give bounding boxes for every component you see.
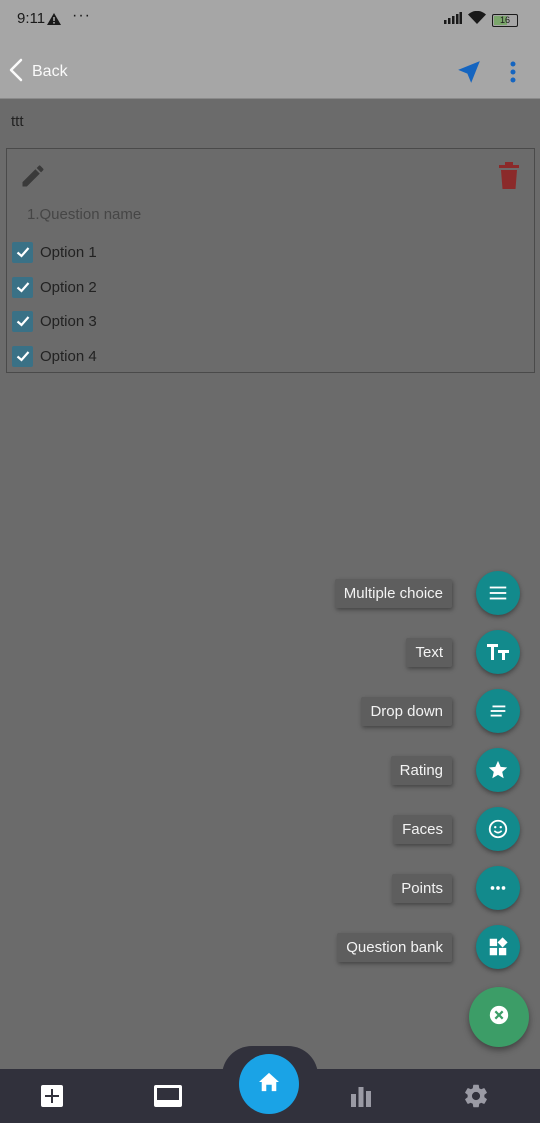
- fab-label[interactable]: Multiple choice: [334, 578, 452, 608]
- text-format-icon[interactable]: [476, 630, 520, 674]
- close-circle-icon: [488, 1004, 510, 1031]
- battery-level: 16: [499, 15, 510, 25]
- home-icon: [258, 1072, 280, 1097]
- signal-icon: [444, 11, 462, 29]
- fab-label[interactable]: Question bank: [337, 932, 452, 962]
- fab-item-faces[interactable]: Faces: [393, 807, 520, 851]
- question-name[interactable]: 1.Question name: [27, 206, 141, 223]
- option-row[interactable]: Option 4: [12, 344, 97, 368]
- option-label: Option 4: [40, 347, 97, 365]
- battery-icon: 16: [492, 13, 518, 27]
- option-row[interactable]: Option 3: [12, 309, 97, 333]
- checkbox-checked[interactable]: [12, 241, 33, 263]
- fab-label[interactable]: Points: [392, 873, 452, 903]
- checkbox-checked[interactable]: [12, 310, 33, 332]
- fab-item-multiple-choice[interactable]: Multiple choice: [334, 571, 520, 615]
- more-vertical-icon[interactable]: [502, 57, 524, 87]
- dots-horizontal-icon[interactable]: [476, 866, 520, 910]
- home-button[interactable]: [239, 1054, 299, 1114]
- star-icon[interactable]: [476, 748, 520, 792]
- gear-icon[interactable]: [461, 1081, 491, 1111]
- chevron-left-icon: [8, 58, 24, 87]
- smiley-icon[interactable]: [476, 807, 520, 851]
- question-card: 1.Question name Option 1 Option 2 Option…: [6, 148, 535, 373]
- fab-label[interactable]: Rating: [390, 755, 452, 785]
- survey-title: ttt: [11, 113, 24, 130]
- warning-icon: [47, 12, 61, 30]
- list-icon[interactable]: [476, 571, 520, 615]
- fab-label[interactable]: Drop down: [361, 696, 452, 726]
- checkbox-checked[interactable]: [12, 276, 33, 298]
- pencil-icon[interactable]: [19, 162, 47, 190]
- status-icons: 16: [444, 10, 518, 29]
- checkbox-checked[interactable]: [12, 345, 33, 367]
- option-row[interactable]: Option 1: [12, 240, 97, 264]
- app-bar: Back: [0, 44, 540, 99]
- fab-label[interactable]: Faces: [393, 814, 452, 844]
- fab-item-rating[interactable]: Rating: [390, 748, 520, 792]
- fab-item-drop-down[interactable]: Drop down: [361, 689, 520, 733]
- wifi-icon: [468, 10, 486, 29]
- status-bar: 9:11 ··· 16: [0, 0, 540, 44]
- widgets-icon[interactable]: [476, 925, 520, 969]
- subtitles-icon[interactable]: [152, 1081, 184, 1111]
- fab-label[interactable]: Text: [406, 637, 452, 667]
- option-label: Option 3: [40, 312, 97, 330]
- send-icon[interactable]: [454, 57, 484, 87]
- close-fab-button[interactable]: [469, 987, 529, 1047]
- fab-item-points[interactable]: Points: [392, 866, 520, 910]
- status-dots: ···: [72, 7, 91, 24]
- option-row[interactable]: Option 2: [12, 275, 97, 299]
- status-time: 9:11: [17, 10, 46, 27]
- back-button[interactable]: Back: [8, 56, 68, 88]
- back-label: Back: [32, 63, 68, 80]
- fab-item-text[interactable]: Text: [406, 630, 520, 674]
- short-text-icon[interactable]: [476, 689, 520, 733]
- bar-chart-icon[interactable]: [346, 1081, 376, 1111]
- add-box-icon[interactable]: [37, 1081, 67, 1111]
- option-label: Option 1: [40, 243, 97, 261]
- fab-item-question-bank[interactable]: Question bank: [337, 925, 520, 969]
- option-label: Option 2: [40, 278, 97, 296]
- trash-icon[interactable]: [497, 162, 521, 190]
